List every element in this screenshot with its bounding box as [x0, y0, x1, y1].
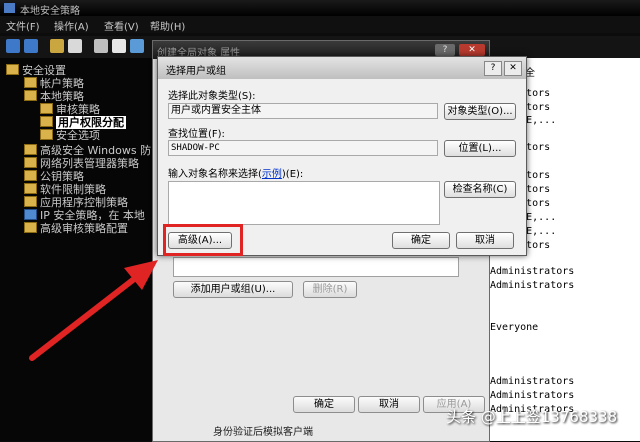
- folder-icon: [24, 170, 37, 181]
- back-icon[interactable]: [6, 39, 20, 53]
- select-dialog-titlebar: 选择用户或组 ? ✕: [158, 57, 526, 79]
- properties-icon[interactable]: [112, 39, 126, 53]
- select-dialog-title: 选择用户或组: [166, 66, 226, 77]
- menu-file[interactable]: 文件(F): [6, 18, 40, 33]
- folder-icon: [24, 144, 37, 155]
- ok-button[interactable]: 确定: [392, 232, 450, 249]
- cancel-button[interactable]: 取消: [358, 396, 420, 413]
- members-list[interactable]: [173, 257, 459, 277]
- folder-icon: [24, 157, 37, 168]
- help-icon[interactable]: ?: [484, 61, 502, 76]
- check-names-button[interactable]: 检查名称(C): [444, 181, 516, 198]
- list-item[interactable]: Everyone: [490, 322, 538, 333]
- folder-icon: [24, 196, 37, 207]
- locations-button[interactable]: 位置(L)...: [444, 140, 516, 157]
- policy-text: 身份验证后模拟客户端: [213, 427, 313, 438]
- window-title: 本地安全策略: [20, 6, 80, 17]
- list-item[interactable]: Administrators: [490, 280, 574, 291]
- folder-icon: [40, 129, 53, 140]
- object-names-input[interactable]: [168, 181, 440, 225]
- menu-view[interactable]: 查看(V): [104, 18, 139, 33]
- help-icon[interactable]: [130, 39, 144, 53]
- cancel-button[interactable]: 取消: [456, 232, 514, 249]
- folder-icon: [24, 222, 37, 233]
- add-user-or-group-button[interactable]: 添加用户或组(U)...: [173, 281, 293, 298]
- window-titlebar: 本地安全策略: [0, 0, 640, 17]
- shield-icon: [24, 209, 37, 220]
- tree-item-advanced-audit[interactable]: 高级审核策略配置: [24, 220, 128, 236]
- location-field: SHADOW-PC: [168, 140, 438, 156]
- help-icon[interactable]: ?: [435, 44, 455, 56]
- list-item[interactable]: Administrators: [490, 390, 574, 401]
- watermark: 头条 @上上签13768338: [446, 408, 618, 426]
- tree-item-security-options[interactable]: 安全选项: [40, 127, 100, 143]
- folder-icon: [40, 116, 53, 127]
- cut-icon[interactable]: [94, 39, 108, 53]
- examples-link[interactable]: 示例: [262, 169, 282, 180]
- folder-icon: [24, 77, 37, 88]
- ok-button[interactable]: 确定: [293, 396, 355, 413]
- close-icon[interactable]: ✕: [459, 44, 485, 56]
- object-type-field: 用户或内置安全主体: [168, 103, 438, 119]
- highlight-box: [163, 224, 243, 256]
- red-arrow-icon: [29, 260, 158, 361]
- object-types-button[interactable]: 对象类型(O)...: [444, 103, 516, 120]
- forward-icon[interactable]: [24, 39, 38, 53]
- app-icon: [4, 3, 15, 13]
- folder-icon: [6, 64, 19, 75]
- list-item[interactable]: Administrators: [490, 266, 574, 277]
- list-item[interactable]: Administrators: [490, 376, 574, 387]
- menu-bar: 文件(F) 操作(A) 查看(V) 帮助(H): [0, 16, 640, 33]
- names-label: 输入对象名称来选择(示例)(E):: [168, 169, 304, 180]
- folder-icon: [40, 103, 53, 114]
- location-label: 查找位置(F):: [168, 129, 225, 140]
- up-icon[interactable]: [50, 39, 64, 53]
- close-icon[interactable]: ✕: [504, 61, 522, 76]
- show-tree-icon[interactable]: [68, 39, 82, 53]
- menu-help[interactable]: 帮助(H): [150, 18, 185, 33]
- object-type-label: 选择此对象类型(S):: [168, 91, 256, 102]
- folder-icon: [24, 90, 37, 101]
- menu-action[interactable]: 操作(A): [54, 18, 89, 33]
- folder-icon: [24, 183, 37, 194]
- remove-button[interactable]: 删除(R): [303, 281, 357, 298]
